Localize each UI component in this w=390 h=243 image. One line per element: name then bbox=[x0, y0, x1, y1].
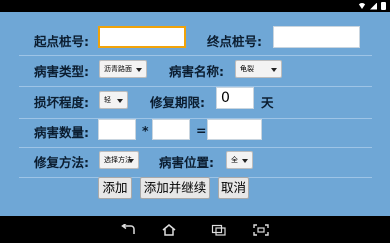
quantity-length-input[interactable] bbox=[98, 119, 136, 140]
chevron-down-icon bbox=[242, 159, 248, 163]
divider bbox=[19, 86, 372, 87]
recent-apps-icon[interactable] bbox=[211, 224, 227, 236]
signal-icon bbox=[370, 2, 377, 10]
chevron-down-icon bbox=[128, 159, 134, 163]
quantity-width-input[interactable] bbox=[152, 119, 190, 140]
damage-level-label: 损坏程度: bbox=[34, 95, 89, 110]
divider bbox=[19, 147, 372, 148]
screenshot-icon[interactable] bbox=[253, 224, 269, 236]
damage-level-value: 轻 bbox=[104, 96, 111, 104]
divider bbox=[19, 118, 372, 119]
disease-type-value: 沥青路面 bbox=[104, 65, 132, 73]
add-and-continue-button[interactable]: 添加并继续 bbox=[140, 177, 210, 199]
battery-icon bbox=[381, 2, 386, 10]
repair-method-spinner[interactable]: 选择方法 bbox=[99, 151, 139, 169]
disease-position-label: 病害位置: bbox=[159, 155, 214, 170]
damage-level-spinner[interactable]: 轻 bbox=[99, 91, 128, 109]
disease-type-spinner[interactable]: 沥青路面 bbox=[99, 60, 147, 78]
chevron-down-icon bbox=[117, 99, 123, 103]
repair-period-label: 修复期限: bbox=[150, 95, 205, 110]
disease-name-spinner[interactable]: 龟裂 bbox=[235, 60, 282, 78]
home-icon[interactable] bbox=[161, 224, 177, 236]
disease-name-value: 龟裂 bbox=[240, 65, 254, 73]
repair-period-input[interactable]: 0 bbox=[216, 87, 254, 109]
chevron-down-icon bbox=[136, 68, 142, 72]
multiply-symbol: * bbox=[142, 123, 149, 138]
form-panel: 起点桩号: 终点桩号: 病害类型: 沥青路面 病害名称: 龟裂 损坏程度: 轻 … bbox=[0, 12, 390, 216]
cancel-button[interactable]: 取消 bbox=[218, 177, 249, 199]
repair-period-unit: 天 bbox=[261, 95, 274, 110]
quantity-label: 病害数量: bbox=[34, 125, 89, 140]
divider bbox=[19, 55, 372, 56]
equals-symbol: = bbox=[196, 123, 207, 138]
wifi-icon bbox=[358, 3, 366, 9]
disease-type-label: 病害类型: bbox=[34, 64, 89, 79]
repair-method-label: 修复方法: bbox=[34, 155, 89, 170]
start-stake-label: 起点桩号: bbox=[34, 34, 89, 49]
end-stake-input[interactable] bbox=[273, 26, 360, 48]
disease-name-label: 病害名称: bbox=[169, 64, 224, 79]
end-stake-label: 终点桩号: bbox=[207, 34, 262, 49]
disease-position-spinner[interactable]: 全 bbox=[226, 151, 253, 169]
quantity-result-input[interactable] bbox=[207, 119, 262, 140]
navigation-bar bbox=[0, 216, 390, 243]
back-icon[interactable] bbox=[120, 224, 136, 236]
disease-position-value: 全 bbox=[231, 156, 238, 164]
add-button[interactable]: 添加 bbox=[98, 177, 132, 199]
status-bar bbox=[0, 0, 390, 12]
start-stake-input[interactable] bbox=[98, 26, 186, 48]
status-icons bbox=[358, 1, 386, 11]
chevron-down-icon bbox=[271, 68, 277, 72]
